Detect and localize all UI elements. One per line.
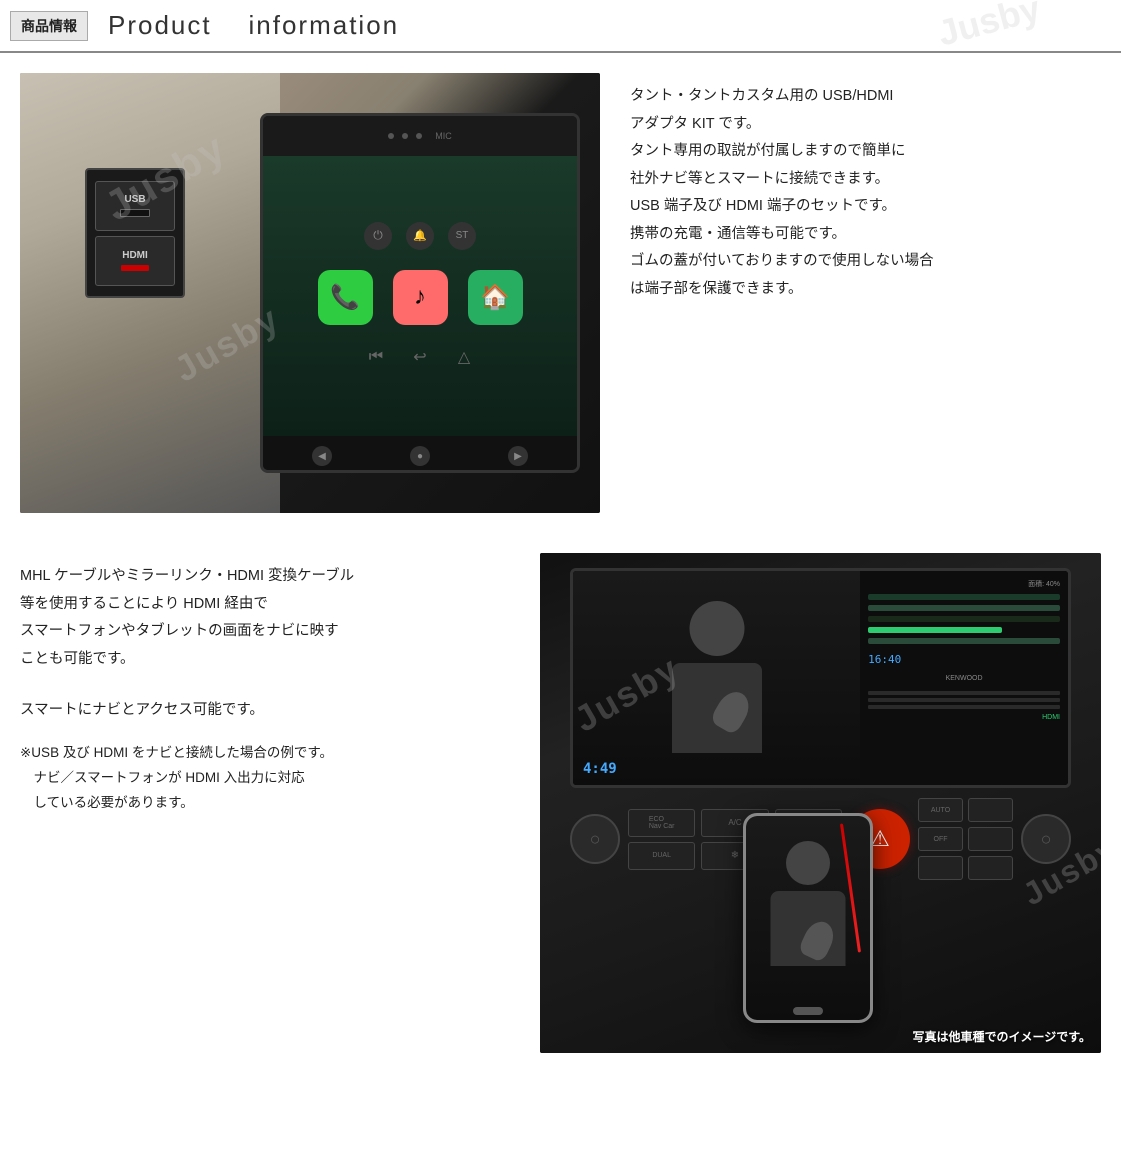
top-section: USB HDMI MIC ⏻ 🔔	[20, 73, 1101, 513]
bottom-main-text: MHL ケーブルやミラーリンク・HDMI 変換ケーブル 等を使用することにより …	[20, 563, 510, 673]
header-en-information: information	[249, 10, 400, 40]
top-description: タント・タントカスタム用の USB/HDMI アダプタ KIT です。 タント専…	[630, 73, 1101, 303]
usb-port	[120, 209, 150, 217]
hdmi-label: HDMI	[122, 250, 148, 261]
hdmi-port-box: HDMI	[95, 236, 175, 286]
bottom-description: MHL ケーブルやミラーリンク・HDMI 変換ケーブル 等を使用することにより …	[20, 553, 510, 816]
car-nav-screen: 4:49 面積: 40% 16:40 KENWOOD	[570, 568, 1071, 788]
nav-phone-icon: 📞	[318, 270, 373, 325]
bottom-product-image: 4:49 面積: 40% 16:40 KENWOOD	[540, 553, 1101, 1053]
photo-caption: 写真は他車種でのイメージです。	[912, 1028, 1091, 1045]
hdmi-port	[121, 265, 149, 271]
main-content: USB HDMI MIC ⏻ 🔔	[0, 53, 1121, 1073]
top-description-text: タント・タントカスタム用の USB/HDMI アダプタ KIT です。 タント専…	[630, 83, 1101, 303]
nav-home-icon: 🏠	[468, 270, 523, 325]
usb-label: USB	[124, 194, 145, 205]
usb-hdmi-panel: USB HDMI	[85, 168, 185, 298]
bottom-note-text: ※USB 及び HDMI をナビと接続した場合の例です。 ナビ／スマートフォンが…	[20, 741, 510, 816]
page-header: 商品情報 Product information Jusby	[0, 0, 1121, 53]
header-jp-label: 商品情報	[10, 11, 88, 41]
header-en-product: Product	[108, 10, 212, 40]
nav-screen-top: MIC ⏻ 🔔 ST 📞 ♪ 🏠 ⏮	[260, 113, 580, 473]
header-en-label: Product information	[108, 10, 399, 41]
header-watermark: Jusby	[933, 0, 1044, 55]
usb-port-box: USB	[95, 181, 175, 231]
bottom-section: MHL ケーブルやミラーリンク・HDMI 変換ケーブル 等を使用することにより …	[20, 553, 1101, 1053]
nav-music-icon: ♪	[393, 270, 448, 325]
top-product-image: USB HDMI MIC ⏻ 🔔	[20, 73, 600, 513]
